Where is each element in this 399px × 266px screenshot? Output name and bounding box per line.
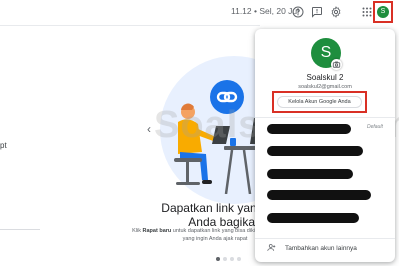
- account-email: soalskul2@gmail.com: [298, 84, 352, 90]
- info-desc-prefix: Klik: [132, 228, 143, 234]
- pager-dot[interactable]: [237, 257, 241, 261]
- add-person-icon: [267, 243, 276, 252]
- pager-dot[interactable]: [223, 257, 227, 261]
- datetime-label: 11.12 • Sel, 20 Jul: [231, 6, 300, 16]
- info-desc-bold: Rapat baru: [142, 228, 172, 234]
- carousel-pager: [216, 248, 244, 266]
- redacted-account-row[interactable]: [267, 213, 359, 223]
- redacted-account-row[interactable]: [267, 169, 353, 179]
- feedback-icon[interactable]: [311, 6, 323, 18]
- add-account-button[interactable]: Tambahkan akun lainnya: [285, 245, 357, 252]
- avatar-highlight-box: [373, 1, 393, 23]
- panel-divider: [255, 117, 395, 118]
- redacted-account-row[interactable]: [267, 124, 351, 134]
- arrow-prev-icon[interactable]: ‹: [147, 122, 151, 136]
- settings-icon[interactable]: [330, 6, 342, 18]
- default-label: Default: [367, 124, 383, 130]
- manage-highlight-box: [272, 91, 367, 113]
- account-name: Soalskul 2: [306, 73, 344, 82]
- help-icon[interactable]: [292, 6, 304, 18]
- camera-icon[interactable]: [331, 59, 342, 70]
- apps-icon[interactable]: [361, 6, 373, 18]
- panel-divider: [255, 238, 395, 239]
- redacted-account-row[interactable]: [267, 146, 363, 156]
- left-divider: [0, 229, 40, 230]
- left-text-fragment: pt: [0, 141, 7, 150]
- top-divider: [0, 25, 260, 26]
- pager-dot[interactable]: [216, 257, 220, 261]
- redacted-account-row[interactable]: [267, 190, 371, 200]
- pager-dot[interactable]: [230, 257, 234, 261]
- account-panel: S Soalskul 2 soalskul2@gmail.com Kelola …: [255, 29, 395, 262]
